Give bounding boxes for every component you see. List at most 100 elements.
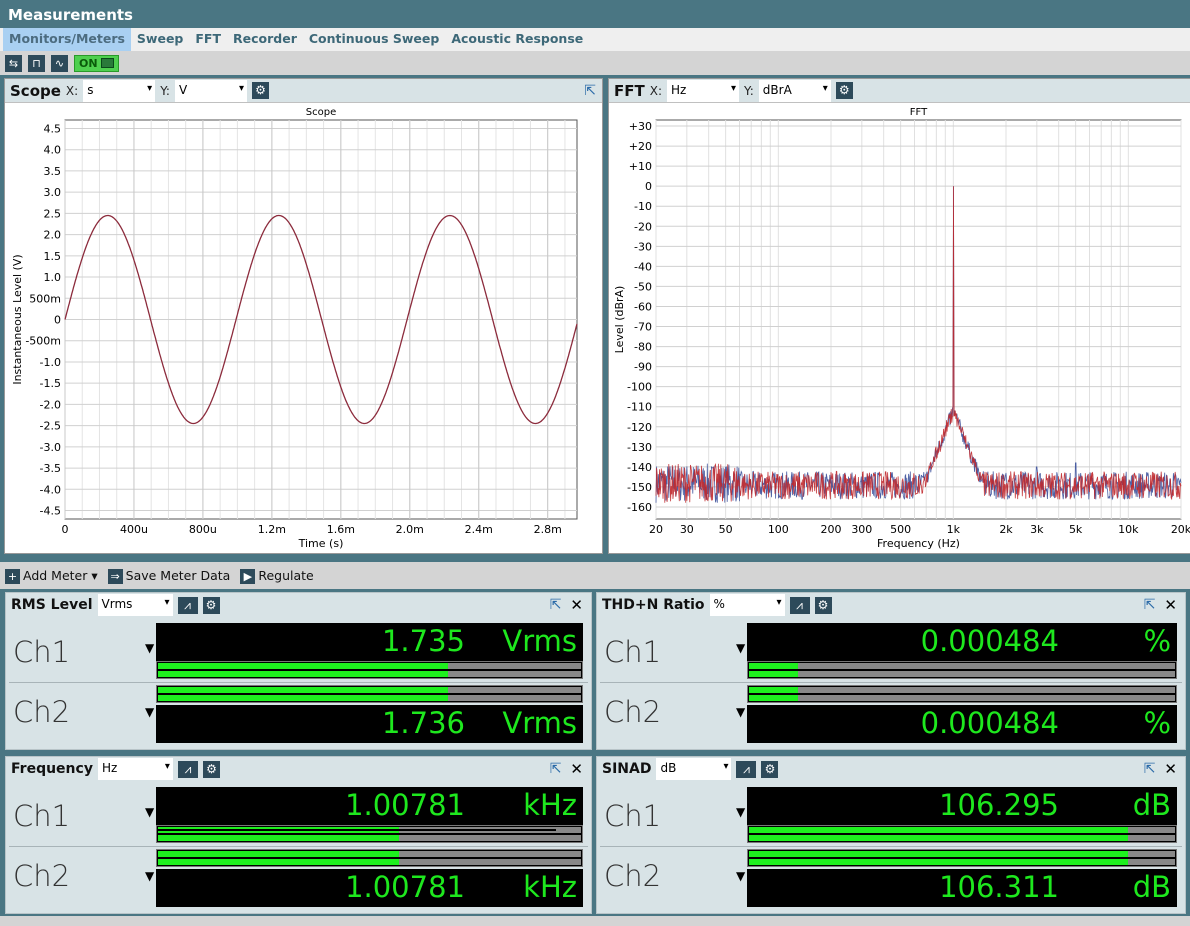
unit-select[interactable]: Hz bbox=[97, 758, 173, 780]
row-divider bbox=[600, 682, 1182, 683]
y-unit-select[interactable]: V bbox=[174, 79, 247, 102]
meter-display: 0.000484 % bbox=[747, 623, 1177, 661]
close-icon[interactable]: ✕ bbox=[570, 596, 591, 614]
level-bar bbox=[156, 825, 583, 843]
meter-value: 0.000484 bbox=[920, 706, 1059, 740]
chart-view-icon[interactable]: ⩘ bbox=[177, 596, 198, 614]
panel-splitter[interactable] bbox=[0, 555, 1190, 562]
y-tick-label: 1.5 bbox=[44, 250, 62, 263]
channel-dropdown-icon[interactable]: ▼ bbox=[736, 705, 745, 719]
channel-label: Ch1 bbox=[13, 635, 71, 669]
popout-icon[interactable]: ⇱ bbox=[584, 83, 602, 99]
meter-value: 106.295 bbox=[939, 788, 1059, 822]
add-waveform-icon[interactable]: ∿ bbox=[51, 54, 68, 72]
x-tick-label: 2k bbox=[999, 523, 1013, 536]
meter-display: 1.00781 kHz bbox=[156, 787, 583, 825]
chart-view-icon[interactable]: ⩘ bbox=[736, 760, 757, 778]
tab-sweep[interactable]: Sweep bbox=[131, 28, 189, 51]
popout-icon[interactable]: ⇱ bbox=[550, 761, 566, 777]
level-fill bbox=[158, 695, 449, 701]
channel-dropdown-icon[interactable]: ▼ bbox=[145, 641, 154, 655]
save-label: Save Meter Data bbox=[125, 567, 231, 583]
level-bar bbox=[747, 661, 1177, 679]
add-meter-label: Add Meter bbox=[23, 567, 88, 583]
meter-unit: % bbox=[1143, 706, 1171, 740]
unit-select[interactable]: dB bbox=[656, 758, 732, 780]
add-meter-button[interactable]: + Add Meter ▾ bbox=[5, 568, 98, 584]
x-unit-select[interactable]: Hz bbox=[667, 79, 739, 102]
x-tick-label: 1k bbox=[947, 523, 961, 536]
close-icon[interactable]: ✕ bbox=[1164, 760, 1185, 778]
chart-title: Scope bbox=[306, 107, 336, 118]
channel-dropdown-icon[interactable]: ▼ bbox=[145, 705, 154, 719]
generator-on-toggle[interactable]: ON bbox=[74, 54, 119, 72]
x-tick-label: 1.6m bbox=[327, 523, 355, 536]
x-tick-label: 300 bbox=[851, 523, 872, 536]
y-tick-label: 0 bbox=[54, 314, 61, 327]
chart-view-icon[interactable]: ⩘ bbox=[789, 596, 810, 614]
popout-icon[interactable]: ⇱ bbox=[550, 597, 566, 613]
gear-icon[interactable]: ⚙ bbox=[761, 760, 779, 778]
plus-icon: + bbox=[5, 568, 20, 584]
level-fill bbox=[158, 663, 449, 669]
chart-view-icon[interactable]: ⩘ bbox=[177, 760, 198, 778]
gear-icon[interactable]: ⚙ bbox=[251, 82, 269, 99]
channel-label: Ch2 bbox=[13, 859, 71, 893]
channel-dropdown-icon[interactable]: ▼ bbox=[736, 869, 745, 883]
save-data-icon: ⇒ bbox=[107, 568, 123, 584]
meter-value: 1.735 bbox=[381, 624, 465, 658]
meter-unit: % bbox=[1143, 624, 1171, 658]
channel-dropdown-icon[interactable]: ▼ bbox=[736, 641, 745, 655]
channel-label: Ch2 bbox=[13, 695, 71, 729]
gear-icon[interactable]: ⚙ bbox=[202, 760, 220, 778]
level-fill bbox=[749, 859, 1129, 865]
meter-channel-row: Ch1 ▼ 1.735 Vrms bbox=[6, 621, 591, 683]
x-axis-label: X: bbox=[649, 83, 662, 98]
x-unit-select[interactable]: s bbox=[83, 79, 156, 102]
popout-icon[interactable]: ⇱ bbox=[1144, 597, 1160, 613]
toolbar: ⇆ ⊓ ∿ ON bbox=[0, 51, 1190, 75]
tab-monitors-meters[interactable]: Monitors/Meters bbox=[3, 28, 131, 51]
x-tick-label: 20 bbox=[649, 523, 663, 536]
y-tick-label: -3.0 bbox=[40, 441, 61, 454]
on-label: ON bbox=[79, 56, 98, 70]
x-tick-label: 20k bbox=[1171, 523, 1190, 536]
scope-chart[interactable]: Scope 4.5 4.0 3.5 3.0 2.5 2.0 1.5 1.0 500m 0 -500m -… bbox=[5, 103, 602, 553]
gear-icon[interactable]: ⚙ bbox=[835, 82, 853, 99]
gear-icon[interactable]: ⚙ bbox=[202, 596, 220, 614]
unit-select[interactable]: Vrms bbox=[97, 594, 173, 616]
channel-dropdown-icon[interactable]: ▼ bbox=[145, 805, 154, 819]
gear-icon[interactable]: ⚙ bbox=[814, 596, 832, 614]
y-axis-label: Y: bbox=[160, 83, 170, 98]
meter-sinad: SINAD dB ⩘ ⚙ ⇱ ✕ Ch1 ▼ 106.295 dB Ch2 ▼ … bbox=[596, 756, 1186, 914]
meter-title: SINAD bbox=[602, 761, 652, 777]
y-tick-label: -40 bbox=[634, 260, 652, 273]
channel-dropdown-icon[interactable]: ▼ bbox=[145, 869, 154, 883]
tab-recorder[interactable]: Recorder bbox=[227, 28, 303, 51]
tab-fft[interactable]: FFT bbox=[189, 28, 227, 51]
square-wave-icon[interactable]: ⊓ bbox=[28, 54, 45, 72]
meter-unit: dB bbox=[1132, 788, 1171, 822]
swap-channels-icon[interactable]: ⇆ bbox=[5, 54, 22, 72]
meter-display: 1.735 Vrms bbox=[156, 623, 583, 661]
close-icon[interactable]: ✕ bbox=[570, 760, 591, 778]
meter-value: 0.000484 bbox=[920, 624, 1059, 658]
channel-dropdown-icon[interactable]: ▼ bbox=[736, 805, 745, 819]
y-tick-label: 2.0 bbox=[44, 229, 62, 242]
popout-icon[interactable]: ⇱ bbox=[1144, 761, 1160, 777]
channel-label: Ch2 bbox=[604, 859, 662, 893]
x-tick-label: 30 bbox=[680, 523, 694, 536]
tab-continuous-sweep[interactable]: Continuous Sweep bbox=[303, 28, 445, 51]
regulate-button[interactable]: ▶ Regulate bbox=[240, 568, 314, 584]
close-icon[interactable]: ✕ bbox=[1164, 596, 1185, 614]
y-tick-label: -80 bbox=[634, 341, 652, 354]
meter-channel-row: Ch1 ▼ 1.00781 kHz bbox=[6, 785, 591, 847]
x-tick-label: 100 bbox=[768, 523, 789, 536]
save-meter-data-button[interactable]: ⇒ Save Meter Data bbox=[107, 567, 231, 584]
y-unit-select[interactable]: dBrA bbox=[758, 79, 831, 102]
meter-display: 1.00781 kHz bbox=[156, 869, 583, 907]
level-fill bbox=[749, 827, 1129, 833]
tab-acoustic-response[interactable]: Acoustic Response bbox=[445, 28, 589, 51]
fft-chart[interactable]: FFT +30 +20 +10 0 -10 -20 -30 -40 -50 -60 -70 -80 -90… bbox=[609, 103, 1190, 553]
unit-select[interactable]: % bbox=[709, 594, 785, 616]
